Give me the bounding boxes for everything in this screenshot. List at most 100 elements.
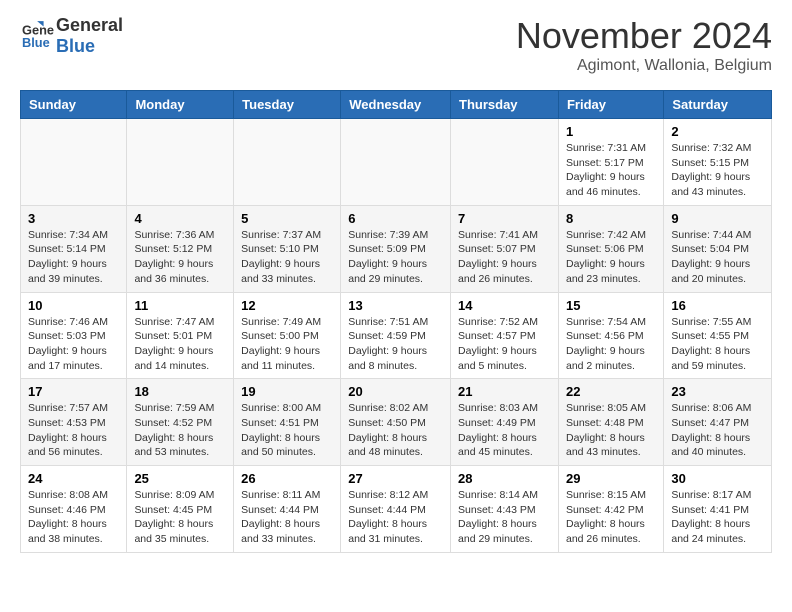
header-monday: Monday bbox=[127, 91, 234, 119]
day-number: 16 bbox=[671, 298, 764, 313]
calendar-cell: 29Sunrise: 8:15 AMSunset: 4:42 PMDayligh… bbox=[558, 466, 663, 553]
day-info: Sunrise: 8:17 AMSunset: 4:41 PMDaylight:… bbox=[671, 488, 764, 547]
day-info: Sunrise: 7:47 AMSunset: 5:01 PMDaylight:… bbox=[134, 315, 226, 374]
logo: General Blue General Blue bbox=[20, 15, 123, 56]
month-title: November 2024 bbox=[516, 15, 772, 57]
calendar-cell: 28 Sunrise: 8:14 AMSunset: 4:43 PMDayligh… bbox=[451, 466, 559, 553]
day-info: Sunrise: 7:31 AMSunset: 5:17 PMDaylight:… bbox=[566, 141, 656, 200]
header-tuesday: Tuesday bbox=[234, 91, 341, 119]
calendar-cell: 17Sunrise: 7:57 AMSunset: 4:53 PMDayligh… bbox=[21, 379, 127, 466]
calendar-cell: 11 Sunrise: 7:47 AMSunset: 5:01 PMDayligh… bbox=[127, 292, 234, 379]
day-info: Sunrise: 8:09 AMSunset: 4:45 PMDaylight:… bbox=[134, 488, 226, 547]
day-number: 4 bbox=[134, 211, 226, 226]
calendar-cell: 15 Sunrise: 7:54 AMSunset: 4:56 PMDayligh… bbox=[558, 292, 663, 379]
calendar-cell bbox=[21, 119, 127, 206]
calendar-week-1: 1Sunrise: 7:31 AMSunset: 5:17 PMDaylight… bbox=[21, 119, 772, 206]
calendar-cell: 25 Sunrise: 8:09 AMSunset: 4:45 PMDayligh… bbox=[127, 466, 234, 553]
day-info: Sunrise: 7:55 AMSunset: 4:55 PMDaylight:… bbox=[671, 315, 764, 374]
day-number: 17 bbox=[28, 384, 119, 399]
calendar-cell: 30 Sunrise: 8:17 AMSunset: 4:41 PMDayligh… bbox=[664, 466, 772, 553]
calendar-cell bbox=[234, 119, 341, 206]
day-number: 24 bbox=[28, 471, 119, 486]
day-info: Sunrise: 7:51 AMSunset: 4:59 PMDaylight:… bbox=[348, 315, 443, 374]
svg-text:Blue: Blue bbox=[22, 35, 50, 50]
day-number: 18 bbox=[134, 384, 226, 399]
calendar-cell: 20 Sunrise: 8:02 AMSunset: 4:50 PMDayligh… bbox=[341, 379, 451, 466]
calendar-cell: 24 Sunrise: 8:08 AMSunset: 4:46 PMDayligh… bbox=[21, 466, 127, 553]
day-number: 7 bbox=[458, 211, 551, 226]
day-info: Sunrise: 8:08 AMSunset: 4:46 PMDaylight:… bbox=[28, 488, 119, 547]
day-info: Sunrise: 7:54 AMSunset: 4:56 PMDaylight:… bbox=[566, 315, 656, 374]
day-number: 11 bbox=[134, 298, 226, 313]
day-info: Sunrise: 8:03 AMSunset: 4:49 PMDaylight:… bbox=[458, 401, 551, 460]
day-number: 22 bbox=[566, 384, 656, 399]
day-info: Sunrise: 8:12 AMSunset: 4:44 PMDaylight:… bbox=[348, 488, 443, 547]
calendar-cell bbox=[341, 119, 451, 206]
day-number: 23 bbox=[671, 384, 764, 399]
title-section: November 2024 Agimont, Wallonia, Belgium bbox=[516, 15, 772, 75]
calendar-week-5: 24 Sunrise: 8:08 AMSunset: 4:46 PMDayligh… bbox=[21, 466, 772, 553]
calendar: Sunday Monday Tuesday Wednesday Thursday… bbox=[20, 90, 772, 553]
day-info: Sunrise: 7:44 AMSunset: 5:04 PMDaylight:… bbox=[671, 228, 764, 287]
day-info: Sunrise: 7:42 AMSunset: 5:06 PMDaylight:… bbox=[566, 228, 656, 287]
page: General Blue General Blue November 2024 … bbox=[0, 0, 792, 568]
calendar-cell bbox=[451, 119, 559, 206]
day-info: Sunrise: 7:49 AMSunset: 5:00 PMDaylight:… bbox=[241, 315, 333, 374]
calendar-cell: 2 Sunrise: 7:32 AMSunset: 5:15 PMDaylight… bbox=[664, 119, 772, 206]
calendar-cell: 16 Sunrise: 7:55 AMSunset: 4:55 PMDayligh… bbox=[664, 292, 772, 379]
header-saturday: Saturday bbox=[664, 91, 772, 119]
day-info: Sunrise: 8:05 AMSunset: 4:48 PMDaylight:… bbox=[566, 401, 656, 460]
calendar-cell: 5 Sunrise: 7:37 AMSunset: 5:10 PMDaylight… bbox=[234, 205, 341, 292]
day-info: Sunrise: 8:02 AMSunset: 4:50 PMDaylight:… bbox=[348, 401, 443, 460]
logo-blue-text: Blue bbox=[56, 36, 123, 57]
calendar-cell: 7Sunrise: 7:41 AMSunset: 5:07 PMDaylight… bbox=[451, 205, 559, 292]
calendar-cell: 22 Sunrise: 8:05 AMSunset: 4:48 PMDayligh… bbox=[558, 379, 663, 466]
day-number: 20 bbox=[348, 384, 443, 399]
calendar-cell: 26Sunrise: 8:11 AMSunset: 4:44 PMDayligh… bbox=[234, 466, 341, 553]
calendar-cell bbox=[127, 119, 234, 206]
day-number: 5 bbox=[241, 211, 333, 226]
calendar-cell: 13Sunrise: 7:51 AMSunset: 4:59 PMDayligh… bbox=[341, 292, 451, 379]
day-info: Sunrise: 7:39 AMSunset: 5:09 PMDaylight:… bbox=[348, 228, 443, 287]
day-number: 2 bbox=[671, 124, 764, 139]
day-info: Sunrise: 7:52 AMSunset: 4:57 PMDaylight:… bbox=[458, 315, 551, 374]
day-number: 3 bbox=[28, 211, 119, 226]
calendar-cell: 27Sunrise: 8:12 AMSunset: 4:44 PMDayligh… bbox=[341, 466, 451, 553]
day-info: Sunrise: 8:14 AMSunset: 4:43 PMDaylight:… bbox=[458, 488, 551, 547]
logo-icon: General Blue bbox=[22, 20, 54, 52]
day-number: 6 bbox=[348, 211, 443, 226]
day-number: 12 bbox=[241, 298, 333, 313]
calendar-cell: 1Sunrise: 7:31 AMSunset: 5:17 PMDaylight… bbox=[558, 119, 663, 206]
day-number: 10 bbox=[28, 298, 119, 313]
day-number: 26 bbox=[241, 471, 333, 486]
day-info: Sunrise: 7:34 AMSunset: 5:14 PMDaylight:… bbox=[28, 228, 119, 287]
day-number: 28 bbox=[458, 471, 551, 486]
day-number: 15 bbox=[566, 298, 656, 313]
day-info: Sunrise: 7:37 AMSunset: 5:10 PMDaylight:… bbox=[241, 228, 333, 287]
calendar-cell: 6 Sunrise: 7:39 AMSunset: 5:09 PMDaylight… bbox=[341, 205, 451, 292]
day-info: Sunrise: 7:46 AMSunset: 5:03 PMDaylight:… bbox=[28, 315, 119, 374]
day-info: Sunrise: 8:15 AMSunset: 4:42 PMDaylight:… bbox=[566, 488, 656, 547]
day-number: 14 bbox=[458, 298, 551, 313]
calendar-cell: 23Sunrise: 8:06 AMSunset: 4:47 PMDayligh… bbox=[664, 379, 772, 466]
calendar-cell: 9 Sunrise: 7:44 AMSunset: 5:04 PMDaylight… bbox=[664, 205, 772, 292]
header-wednesday: Wednesday bbox=[341, 91, 451, 119]
header-sunday: Sunday bbox=[21, 91, 127, 119]
calendar-cell: 8 Sunrise: 7:42 AMSunset: 5:06 PMDaylight… bbox=[558, 205, 663, 292]
day-info: Sunrise: 7:32 AMSunset: 5:15 PMDaylight:… bbox=[671, 141, 764, 200]
calendar-week-2: 3 Sunrise: 7:34 AMSunset: 5:14 PMDaylight… bbox=[21, 205, 772, 292]
calendar-week-3: 10 Sunrise: 7:46 AMSunset: 5:03 PMDayligh… bbox=[21, 292, 772, 379]
day-info: Sunrise: 8:00 AMSunset: 4:51 PMDaylight:… bbox=[241, 401, 333, 460]
calendar-cell: 10 Sunrise: 7:46 AMSunset: 5:03 PMDayligh… bbox=[21, 292, 127, 379]
day-number: 9 bbox=[671, 211, 764, 226]
day-number: 30 bbox=[671, 471, 764, 486]
calendar-cell: 14 Sunrise: 7:52 AMSunset: 4:57 PMDayligh… bbox=[451, 292, 559, 379]
day-number: 8 bbox=[566, 211, 656, 226]
day-number: 25 bbox=[134, 471, 226, 486]
location: Agimont, Wallonia, Belgium bbox=[516, 57, 772, 75]
day-number: 21 bbox=[458, 384, 551, 399]
calendar-cell: 18Sunrise: 7:59 AMSunset: 4:52 PMDayligh… bbox=[127, 379, 234, 466]
logo-general-text: General bbox=[56, 15, 123, 36]
calendar-cell: 19Sunrise: 8:00 AMSunset: 4:51 PMDayligh… bbox=[234, 379, 341, 466]
header: General Blue General Blue November 2024 … bbox=[20, 15, 772, 75]
